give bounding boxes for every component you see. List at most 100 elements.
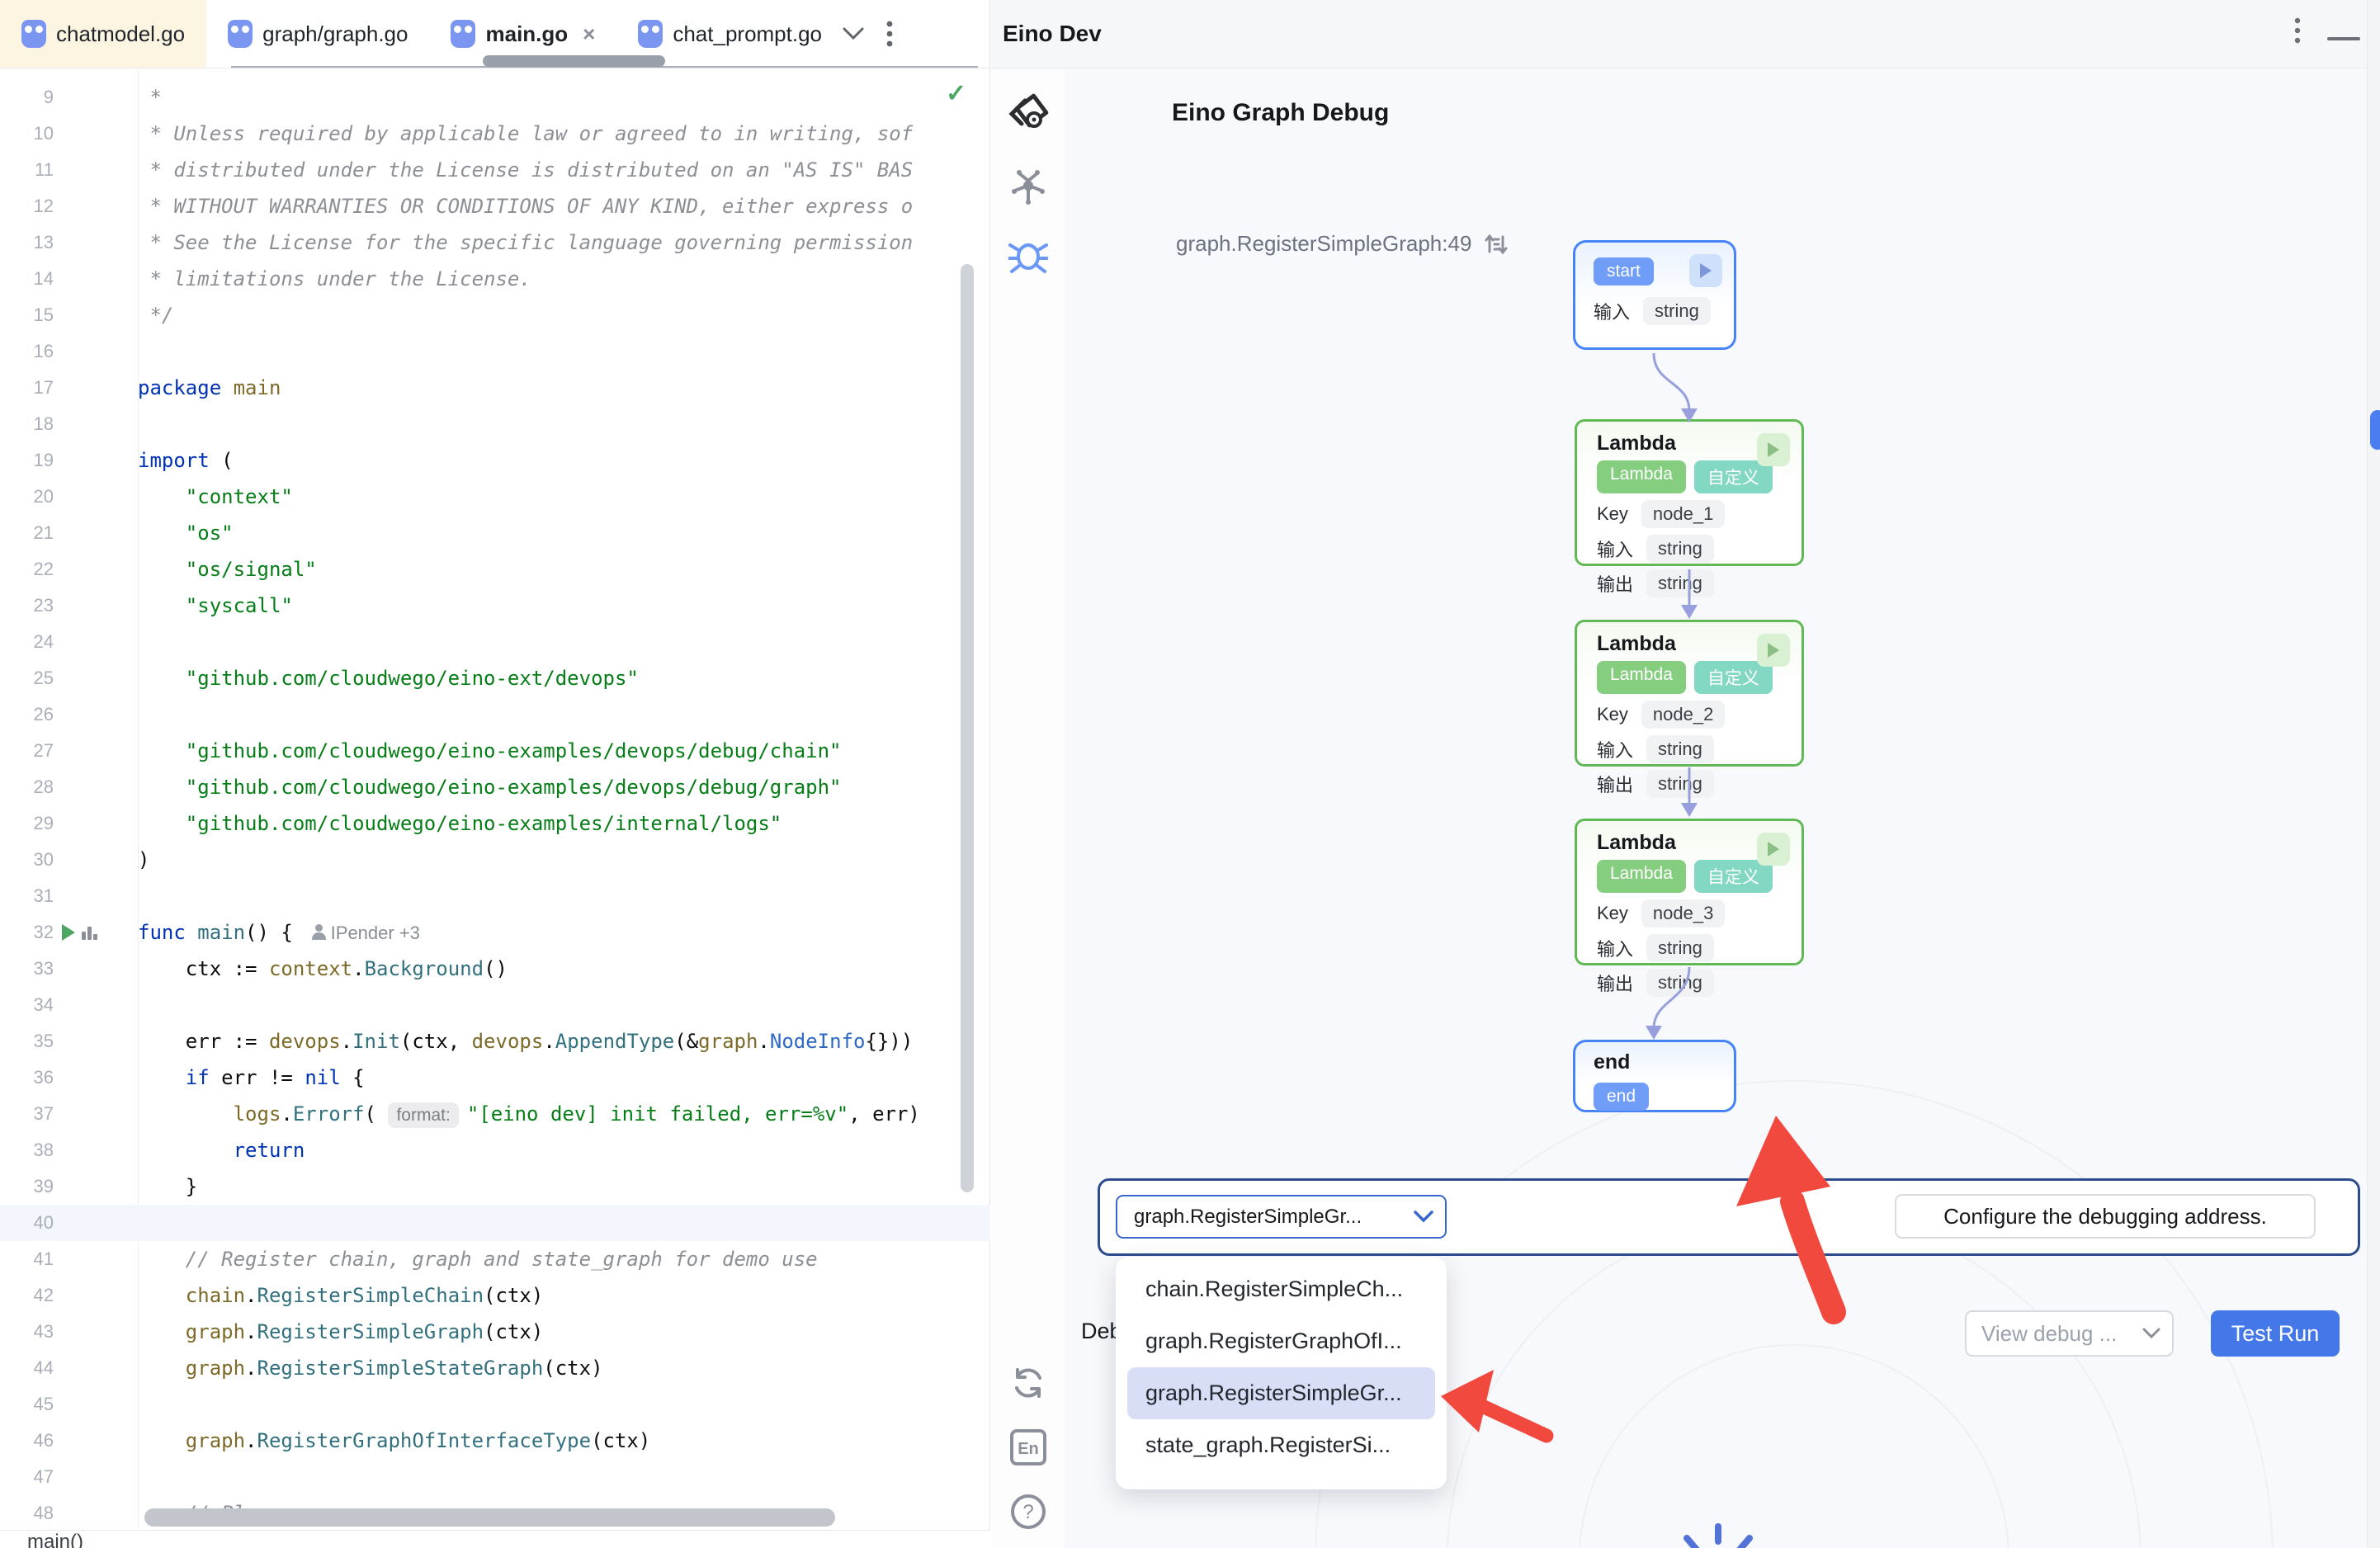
chevron-down-icon [2142, 1328, 2160, 1339]
code-line[interactable]: 24 [0, 624, 990, 660]
breadcrumb-item[interactable]: main() [27, 1531, 83, 1548]
node-play-icon[interactable] [1757, 433, 1790, 466]
line-number: 41 [0, 1241, 54, 1277]
code-line[interactable]: 38 return [0, 1132, 990, 1168]
code-line[interactable]: 26 [0, 696, 990, 733]
code-line[interactable]: 11 * distributed under the License is di… [0, 152, 990, 188]
editor-tab-chatmodel-go[interactable]: chatmodel.go [0, 0, 206, 68]
graph-node-lambda-3[interactable]: LambdaLambda自定义Keynode_3输入string输出string [1575, 819, 1804, 965]
graph-node-lambda-1[interactable]: LambdaLambda自定义Keynode_1输入string输出string [1575, 419, 1804, 566]
code-text: * Unless required by applicable law or a… [138, 116, 913, 152]
code-line[interactable]: 46 graph.RegisterGraphOfInterfaceType(ct… [0, 1423, 990, 1459]
tab-menu-button[interactable] [871, 0, 908, 68]
graph-location-label[interactable]: graph.RegisterSimpleGraph:49 [1176, 231, 1471, 257]
inspection-ok-icon[interactable]: ✓ [946, 79, 966, 108]
graph-node-start[interactable]: start输入string [1573, 240, 1736, 350]
code-text: ) [138, 842, 149, 878]
coverage-icon[interactable] [82, 925, 97, 940]
code-line[interactable]: 20 "context" [0, 479, 990, 515]
dropdown-option[interactable]: state_graph.RegisterSi... [1127, 1419, 1435, 1471]
code-line[interactable]: 44 graph.RegisterSimpleStateGraph(ctx) [0, 1350, 990, 1386]
tab-overflow-button[interactable] [835, 0, 871, 68]
code-line[interactable]: 33 ctx := context.Background() [0, 951, 990, 987]
code-line[interactable]: 17package main [0, 370, 990, 406]
right-strip-indicator[interactable] [2370, 410, 2380, 450]
code-line[interactable]: 45 [0, 1386, 990, 1423]
tab-label: graph/graph.go [262, 21, 408, 47]
code-text: "syscall" [138, 588, 293, 624]
breadcrumb[interactable]: main() [0, 1530, 990, 1548]
graph-node-end[interactable]: endend [1573, 1040, 1736, 1112]
code-line[interactable]: 31 [0, 878, 990, 914]
code-line[interactable]: 15 */ [0, 297, 990, 333]
gutter-icons [54, 588, 138, 624]
test-run-button[interactable]: Test Run [2211, 1310, 2340, 1357]
code-line[interactable]: 47 [0, 1459, 990, 1495]
panel-options-button[interactable] [2274, 17, 2321, 51]
code-line[interactable]: 37 logs.Errorf( format:"[eino dev] init … [0, 1096, 990, 1132]
code-line[interactable]: 14 * limitations under the License. [0, 261, 990, 297]
code-line[interactable]: 9 * [0, 79, 990, 116]
code-line[interactable]: 32func main() {IPender +3 [0, 914, 990, 951]
gutter-icons [54, 769, 138, 805]
gutter-icons [54, 624, 138, 660]
gutter-icons [54, 1314, 138, 1350]
gutter-icons [54, 733, 138, 769]
code-line[interactable]: 39 } [0, 1168, 990, 1205]
view-debug-select[interactable]: View debug ... [1965, 1310, 2174, 1357]
node-play-icon[interactable] [1757, 833, 1790, 866]
code-line[interactable]: 30) [0, 842, 990, 878]
dropdown-option[interactable]: graph.RegisterGraphOfI... [1127, 1315, 1435, 1367]
code-line[interactable]: 34 [0, 987, 990, 1023]
configure-debug-address-button[interactable]: Configure the debugging address. [1895, 1194, 2316, 1239]
graph-network-icon[interactable] [1007, 165, 1050, 208]
node-input-type: string [1643, 297, 1711, 325]
editor-tab-graph-graph-go[interactable]: graph/graph.go [206, 0, 429, 68]
code-text: graph.RegisterSimpleStateGraph(ctx) [138, 1350, 603, 1386]
help-icon[interactable]: ? [1007, 1490, 1050, 1533]
graph-target-select[interactable]: graph.RegisterSimpleGr... [1116, 1195, 1447, 1239]
gutter-icons [54, 696, 138, 733]
code-line[interactable]: 35 err := devops.Init(ctx, devops.Append… [0, 1023, 990, 1060]
run-icon[interactable] [62, 924, 75, 941]
code-line[interactable]: 13 * See the License for the specific la… [0, 224, 990, 261]
code-line[interactable]: 36 if err != nil { [0, 1060, 990, 1096]
code-line[interactable]: 22 "os/signal" [0, 551, 990, 588]
close-icon[interactable]: × [583, 21, 595, 47]
code-line[interactable]: 23 "syscall" [0, 588, 990, 624]
debug-bug-icon[interactable] [1007, 234, 1050, 277]
language-en-icon[interactable]: En [1007, 1426, 1050, 1469]
gutter-icons [54, 515, 138, 551]
code-line[interactable]: 28 "github.com/cloudwego/eino-examples/d… [0, 769, 990, 805]
code-line[interactable]: 43 graph.RegisterSimpleGraph(ctx) [0, 1314, 990, 1350]
node-type-badge: Lambda [1597, 661, 1686, 694]
sort-icon[interactable] [1485, 232, 1509, 257]
code-line[interactable]: 18 [0, 406, 990, 442]
graph-node-lambda-2[interactable]: LambdaLambda自定义Keynode_2输入string输出string [1575, 620, 1804, 767]
code-line[interactable]: 29 "github.com/cloudwego/eino-examples/i… [0, 805, 990, 842]
code-line[interactable]: 25 "github.com/cloudwego/eino-ext/devops… [0, 660, 990, 696]
tabbar-scroll-thumb[interactable] [483, 55, 665, 67]
code-line[interactable]: 16 [0, 333, 990, 370]
node-play-icon[interactable] [1757, 634, 1790, 667]
code-text: "github.com/cloudwego/eino-examples/devo… [138, 769, 842, 805]
line-number: 15 [0, 297, 54, 333]
code-line[interactable]: 12 * WITHOUT WARRANTIES OR CONDITIONS OF… [0, 188, 990, 224]
code-line[interactable]: 42 chain.RegisterSimpleChain(ctx) [0, 1277, 990, 1314]
code-editor[interactable]: 9 *10 * Unless required by applicable la… [0, 79, 990, 1531]
gutter-icons [54, 406, 138, 442]
code-line[interactable]: 41 // Register chain, graph and state_gr… [0, 1241, 990, 1277]
panel-minimize-button[interactable] [2321, 20, 2367, 48]
editor-horizontal-scrollbar[interactable] [144, 1508, 835, 1527]
code-line[interactable]: 19import ( [0, 442, 990, 479]
code-line[interactable]: 40 [0, 1205, 990, 1241]
dropdown-option[interactable]: chain.RegisterSimpleCh... [1127, 1263, 1435, 1315]
code-line[interactable]: 21 "os" [0, 515, 990, 551]
refresh-icon[interactable] [1007, 1362, 1050, 1404]
gutter-icons [54, 1096, 138, 1132]
editor-vertical-scrollbar[interactable] [961, 264, 974, 1192]
code-line[interactable]: 27 "github.com/cloudwego/eino-examples/d… [0, 733, 990, 769]
node-play-icon[interactable] [1689, 254, 1722, 287]
dropdown-option[interactable]: graph.RegisterSimpleGr... [1127, 1367, 1435, 1419]
code-line[interactable]: 10 * Unless required by applicable law o… [0, 116, 990, 152]
